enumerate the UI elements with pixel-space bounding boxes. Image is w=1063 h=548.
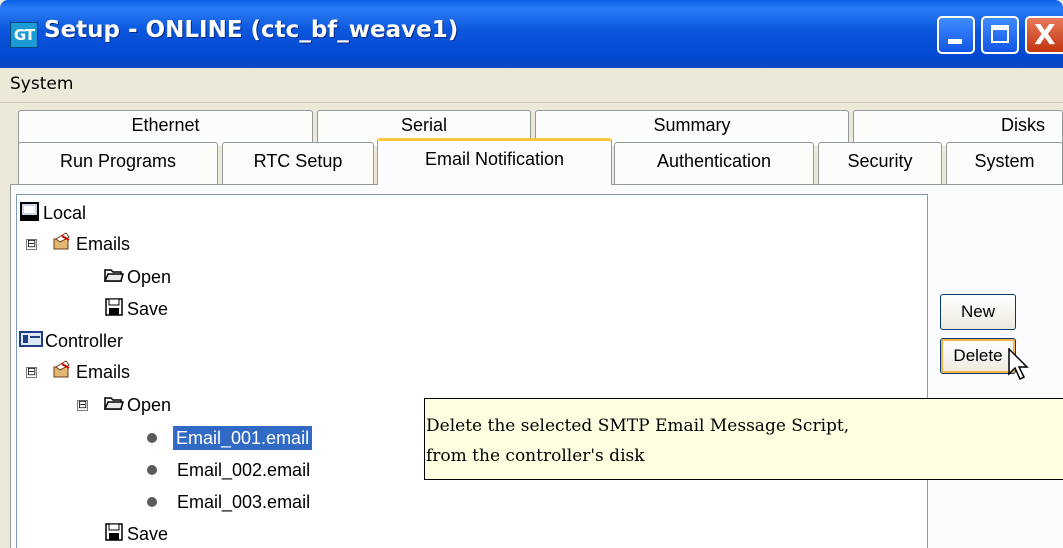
collapse-icon[interactable]: ⊟ — [26, 239, 37, 250]
tab-authentication[interactable]: Authentication — [614, 142, 814, 184]
collapse-icon[interactable]: ⊟ — [26, 367, 37, 378]
open-folder-icon — [103, 393, 125, 418]
menu-bar: System — [0, 68, 1063, 103]
tree-node-label: Save — [127, 299, 169, 319]
save-disk-icon — [105, 298, 123, 321]
tab-email-notification[interactable]: Email Notification — [377, 138, 612, 185]
tree-node-label: Emails — [76, 362, 131, 382]
maximize-button[interactable] — [981, 16, 1019, 54]
app-logo-icon: GT — [10, 22, 38, 48]
email-folder-icon — [52, 232, 72, 257]
close-button[interactable]: X — [1025, 16, 1063, 54]
tree-node-label: Email_003.email — [177, 492, 311, 512]
tooltip: Delete the selected SMTP Email Message S… — [424, 398, 1063, 480]
save-disk-icon — [105, 523, 123, 546]
minimize-icon — [948, 39, 962, 44]
tree-node-label: Open — [127, 395, 172, 415]
tree-node-label: Controller — [45, 331, 124, 351]
new-button[interactable]: New — [940, 294, 1016, 330]
tree-node-label-selected: Email_001.email — [173, 426, 313, 450]
bullet-icon — [147, 433, 157, 443]
maximize-icon — [991, 25, 1009, 43]
title-bar[interactable]: GT Setup - ONLINE (ctc_bf_weave1) X — [0, 0, 1063, 68]
tab-ethernet[interactable]: Ethernet — [18, 110, 313, 146]
tree-node-label: Open — [127, 267, 172, 287]
tab-rtc-setup[interactable]: RTC Setup — [222, 142, 374, 184]
tab-security[interactable]: Security — [818, 142, 942, 184]
menu-system[interactable]: System — [10, 74, 73, 94]
email-folder-icon — [52, 360, 72, 385]
email-tree[interactable]: Local ⊟ Emails Open Save Controller ⊟ Em… — [16, 194, 928, 548]
tab-disks[interactable]: Disks — [853, 110, 1063, 146]
open-folder-icon — [103, 265, 125, 290]
controller-icon — [19, 330, 43, 353]
mouse-cursor-icon — [1008, 347, 1032, 386]
close-icon: X — [1034, 18, 1056, 51]
window-title: Setup - ONLINE (ctc_bf_weave1) — [44, 17, 459, 43]
collapse-icon[interactable]: ⊟ — [77, 400, 88, 411]
tab-system[interactable]: System — [946, 142, 1063, 184]
tree-node-label: Emails — [76, 234, 131, 254]
bullet-icon — [147, 465, 157, 475]
tree-node-label: Email_002.email — [177, 460, 311, 480]
tab-run-programs[interactable]: Run Programs — [18, 142, 218, 184]
tree-node-label: Save — [127, 524, 169, 544]
delete-button[interactable]: Delete — [940, 338, 1016, 374]
computer-icon — [19, 201, 41, 228]
tooltip-line: Delete the selected SMTP Email Message S… — [426, 416, 850, 436]
tooltip-line: from the controller's disk — [426, 446, 645, 466]
bullet-icon — [147, 497, 157, 507]
minimize-button[interactable] — [937, 16, 975, 54]
tree-node-label: Local — [43, 203, 87, 223]
